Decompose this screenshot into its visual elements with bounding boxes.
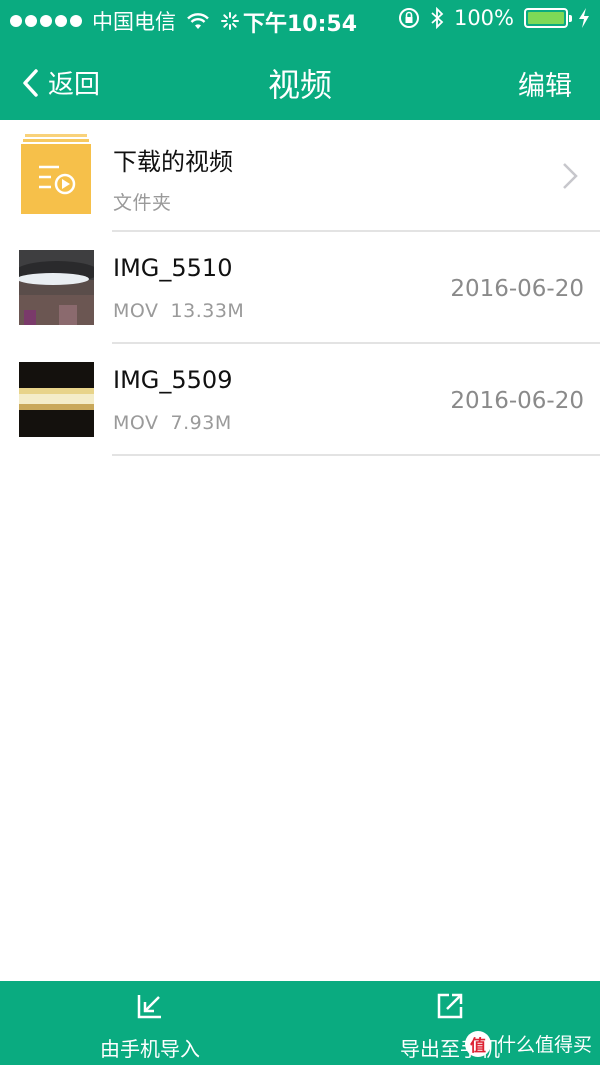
watermark: 值 什么值得买 [464,1030,592,1057]
video-name: IMG_5510 [113,254,233,282]
watermark-badge: 值 [464,1030,491,1057]
page-title: 视频 [267,66,332,104]
video-folder-icon [21,134,91,214]
folder-subtitle: 文件夹 [113,192,172,214]
video-size: 7.93M [170,412,232,434]
video-thumbnail [19,250,94,325]
video-size: 13.33M [170,300,245,322]
video-name: IMG_5509 [113,366,233,394]
video-row[interactable]: IMG_5510 MOV 13.33M 2016-06-20 [0,232,600,344]
edit-button[interactable]: 编辑 [518,64,572,103]
bluetooth-icon [431,7,444,29]
file-list: 下载的视频 文件夹 IMG_5510 MOV 13.33M 2016-06-20 [0,120,600,456]
folder-name: 下载的视频 [113,148,233,176]
battery-percent: 100% [453,6,514,30]
video-meta: MOV 7.93M [113,412,232,434]
video-type: MOV [113,300,159,322]
bottom-toolbar: 由手机导入 导出至手机 值 什么值得买 [0,981,600,1065]
video-row[interactable]: IMG_5509 MOV 7.93M 2016-06-20 [0,344,600,456]
divider [112,454,600,456]
status-bar: 中国电信 下午10:54 100% [0,0,600,40]
header: 中国电信 下午10:54 100% 返回 视频 编辑 [0,0,600,120]
status-right: 100% [398,6,590,30]
video-date: 2016-06-20 [450,388,584,414]
battery-icon [524,8,572,28]
import-icon [137,995,161,1019]
chevron-right-icon [563,163,578,189]
import-button[interactable]: 由手机导入 [50,981,250,1065]
folder-row[interactable]: 下载的视频 文件夹 [0,120,600,232]
watermark-text: 什么值得买 [496,1034,592,1056]
video-date: 2016-06-20 [450,276,584,302]
import-label: 由手机导入 [100,1037,200,1061]
video-type: MOV [113,412,159,434]
export-icon [437,993,463,1019]
lock-rotation-icon [398,8,419,28]
video-thumbnail [19,362,94,437]
charging-icon [579,8,589,28]
nav-bar: 返回 视频 编辑 [0,40,600,120]
video-meta: MOV 13.33M [113,300,244,322]
